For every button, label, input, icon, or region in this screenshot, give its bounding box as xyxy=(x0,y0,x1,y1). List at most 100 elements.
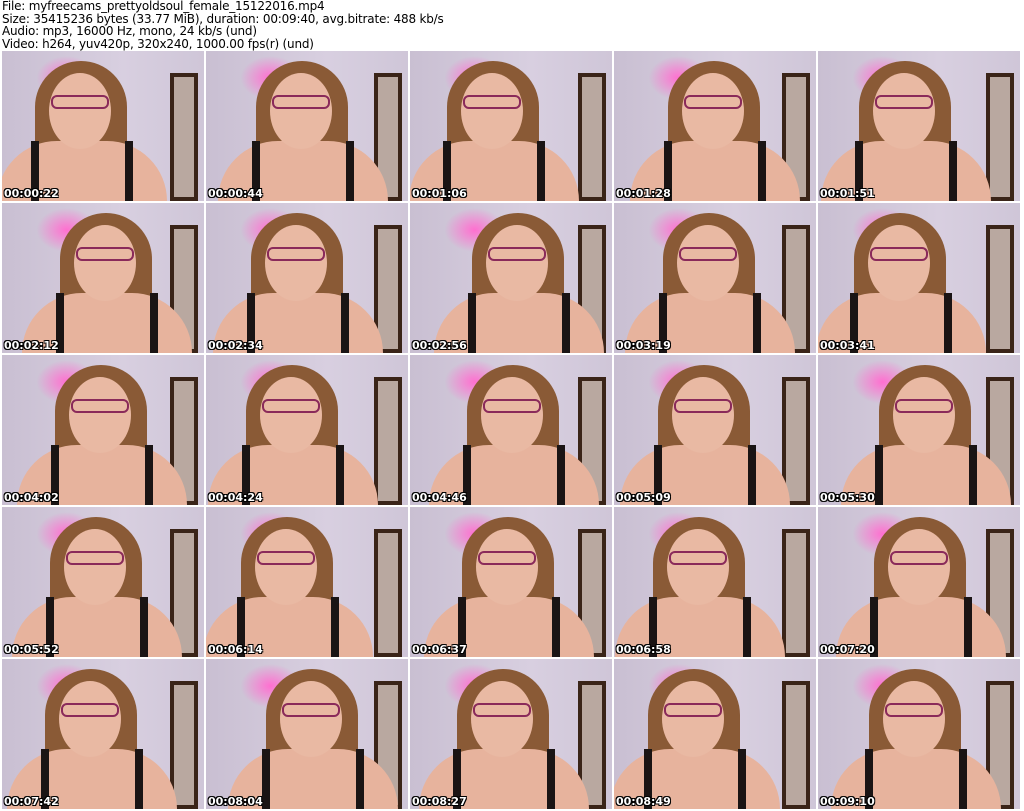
video-thumbnail: 00:08:04 xyxy=(206,659,408,809)
timestamp: 00:08:49 xyxy=(616,795,671,808)
video-info: Video: h264, yuv420p, 320x240, 1000.00 f… xyxy=(2,36,314,51)
video-thumbnail: 00:05:09 xyxy=(614,355,816,505)
face xyxy=(69,377,131,453)
timestamp: 00:03:41 xyxy=(820,339,875,352)
strap xyxy=(738,749,746,809)
strap xyxy=(356,749,364,809)
timestamp: 00:04:46 xyxy=(412,491,467,504)
face xyxy=(893,377,955,453)
video-thumbnail: 00:03:19 xyxy=(614,203,816,353)
timestamp: 00:08:27 xyxy=(412,795,467,808)
strap xyxy=(145,445,153,505)
mirror xyxy=(374,529,402,657)
video-thumbnail: 00:04:02 xyxy=(2,355,204,505)
strap xyxy=(547,749,555,809)
strap xyxy=(959,749,967,809)
timestamp: 00:05:52 xyxy=(4,643,59,656)
timestamp: 00:07:20 xyxy=(820,643,875,656)
glasses xyxy=(483,399,541,413)
thumbnail-grid: 00:00:22 00:00:44 00:01:06 00:01:28 00:0… xyxy=(2,51,1020,809)
strap xyxy=(944,293,952,353)
face xyxy=(677,225,739,301)
glasses xyxy=(478,551,536,565)
glasses xyxy=(875,95,933,109)
strap xyxy=(875,445,883,505)
video-thumbnail: 00:06:14 xyxy=(206,507,408,657)
face xyxy=(270,73,332,149)
timestamp: 00:02:34 xyxy=(208,339,263,352)
strap xyxy=(135,749,143,809)
strap xyxy=(964,597,972,657)
timestamp: 00:00:22 xyxy=(4,187,59,200)
timestamp: 00:04:24 xyxy=(208,491,263,504)
video-thumbnail: 00:00:44 xyxy=(206,51,408,201)
strap xyxy=(758,141,766,201)
face xyxy=(49,73,111,149)
glasses xyxy=(257,551,315,565)
timestamp: 00:07:42 xyxy=(4,795,59,808)
video-thumbnail: 00:03:41 xyxy=(818,203,1020,353)
mirror xyxy=(986,225,1014,353)
strap xyxy=(537,141,545,201)
video-thumbnail: 00:01:51 xyxy=(818,51,1020,201)
mirror xyxy=(782,529,810,657)
glasses xyxy=(674,399,732,413)
face xyxy=(260,377,322,453)
face xyxy=(486,225,548,301)
timestamp: 00:02:12 xyxy=(4,339,59,352)
strap xyxy=(150,293,158,353)
face xyxy=(672,377,734,453)
video-thumbnail: 00:04:46 xyxy=(410,355,612,505)
timestamp: 00:00:44 xyxy=(208,187,263,200)
face xyxy=(667,529,729,605)
video-thumbnail: 00:02:56 xyxy=(410,203,612,353)
file-name: File: myfreecams_prettyoldsoul_female_15… xyxy=(2,0,325,13)
video-thumbnail: 00:05:30 xyxy=(818,355,1020,505)
strap xyxy=(562,293,570,353)
video-thumbnail: 00:08:27 xyxy=(410,659,612,809)
glasses xyxy=(76,247,134,261)
glasses xyxy=(473,703,531,717)
timestamp: 00:08:04 xyxy=(208,795,263,808)
face xyxy=(883,681,945,757)
timestamp: 00:09:10 xyxy=(820,795,875,808)
mirror xyxy=(986,73,1014,201)
glasses xyxy=(71,399,129,413)
glasses xyxy=(282,703,340,717)
face xyxy=(682,73,744,149)
face xyxy=(868,225,930,301)
file-info-header: File: myfreecams_prettyoldsoul_female_15… xyxy=(2,0,444,50)
timestamp: 00:06:14 xyxy=(208,643,263,656)
strap xyxy=(331,597,339,657)
strap xyxy=(346,141,354,201)
video-thumbnail: 00:02:34 xyxy=(206,203,408,353)
strap xyxy=(125,141,133,201)
glasses xyxy=(463,95,521,109)
video-thumbnail: 00:07:20 xyxy=(818,507,1020,657)
video-thumbnail: 00:05:52 xyxy=(2,507,204,657)
mirror xyxy=(578,73,606,201)
glasses xyxy=(488,247,546,261)
strap xyxy=(552,597,560,657)
video-thumbnail: 00:09:10 xyxy=(818,659,1020,809)
strap xyxy=(748,445,756,505)
face xyxy=(471,681,533,757)
face xyxy=(662,681,724,757)
audio-info: Audio: mp3, 16000 Hz, mono, 24 kb/s (und… xyxy=(2,24,257,38)
glasses xyxy=(51,95,109,109)
mirror xyxy=(782,681,810,809)
face xyxy=(265,225,327,301)
glasses xyxy=(870,247,928,261)
face xyxy=(255,529,317,605)
mirror xyxy=(374,377,402,505)
face xyxy=(59,681,121,757)
strap xyxy=(341,293,349,353)
video-thumbnail: 00:00:22 xyxy=(2,51,204,201)
glasses xyxy=(272,95,330,109)
glasses xyxy=(885,703,943,717)
timestamp: 00:03:19 xyxy=(616,339,671,352)
strap xyxy=(468,293,476,353)
glasses xyxy=(66,551,124,565)
strap xyxy=(969,445,977,505)
timestamp: 00:01:28 xyxy=(616,187,671,200)
